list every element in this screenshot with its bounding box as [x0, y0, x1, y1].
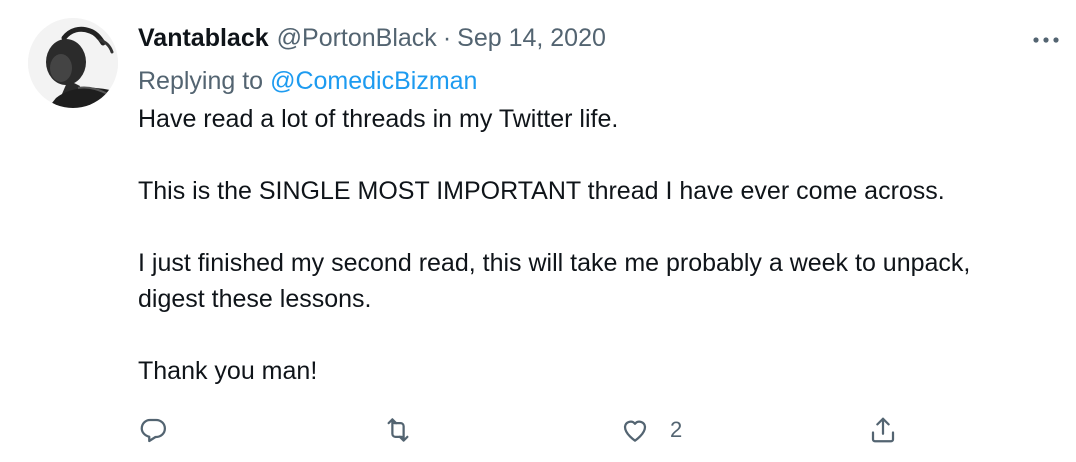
reply-icon: [140, 418, 166, 443]
avatar-image: [28, 18, 118, 108]
tweet-text-line: I just finished my second read, this wil…: [138, 249, 971, 277]
author-handle[interactable]: @PortonBlack: [277, 24, 437, 53]
retweet-button[interactable]: [383, 408, 413, 452]
retweet-icon: [387, 418, 409, 442]
tweet-text-line: This is the SINGLE MOST IMPORTANT thread…: [138, 177, 945, 205]
tweet-text: Have read a lot of threads in my Twitter…: [138, 101, 1038, 389]
tweet-date[interactable]: Sep 14, 2020: [457, 24, 606, 53]
tweet-paragraph: I just finished my second read, this wil…: [138, 245, 1038, 317]
more-button[interactable]: [1026, 20, 1066, 60]
tweet-text-line: Have read a lot of threads in my Twitter…: [138, 105, 619, 133]
like-button[interactable]: 2: [620, 408, 682, 452]
avatar[interactable]: [28, 18, 118, 108]
like-count: 2: [670, 417, 683, 442]
tweet-paragraph: This is the SINGLE MOST IMPORTANT thread…: [138, 173, 1038, 209]
share-button[interactable]: [868, 408, 898, 452]
tweet: Vantablack @PortonBlack · Sep 14, 2020 R…: [0, 0, 1076, 462]
reply-button[interactable]: [138, 408, 168, 452]
tweet-text-line: Thank you man!: [138, 357, 318, 385]
header-separator: ·: [442, 23, 452, 52]
author-display-name[interactable]: Vantablack: [138, 24, 269, 53]
tweet-text-line: digest these lessons.: [138, 285, 372, 313]
tweet-header: Vantablack @PortonBlack · Sep 14, 2020: [138, 20, 1038, 56]
tweet-paragraph: Have read a lot of threads in my Twitter…: [138, 101, 1038, 137]
tweet-content: Vantablack @PortonBlack · Sep 14, 2020 R…: [138, 20, 1038, 389]
tweet-actions: 2: [0, 408, 1076, 452]
replying-to-link[interactable]: @ComedicBizman: [270, 67, 477, 96]
replying-to-label: Replying to: [138, 66, 264, 95]
more-icon: [1033, 37, 1059, 43]
replying-to: Replying to @ComedicBizman: [138, 63, 1038, 99]
tweet-paragraph: Thank you man!: [138, 353, 1038, 389]
share-icon: [871, 417, 895, 443]
heart-icon: [623, 420, 647, 442]
